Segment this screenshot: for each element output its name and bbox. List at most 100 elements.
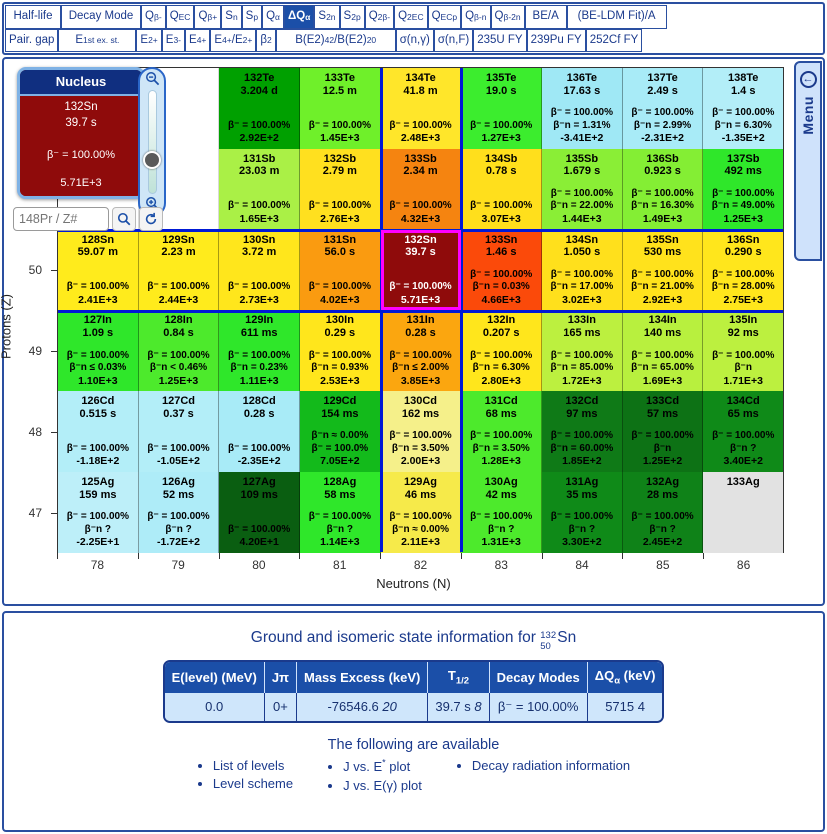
- nuclide-cell-133Cd[interactable]: 133Cd 57 ms β⁻ = 100.00% β⁻n 1.25E+2: [622, 391, 704, 472]
- nuclide-cell-133Te[interactable]: 133Te 12.5 m β⁻ = 100.00% 1.45E+3: [300, 68, 381, 149]
- nuclide-cell-132Ag[interactable]: 132Ag 28 ms β⁻ = 100.00% β⁻n ? 2.45E+2: [622, 471, 704, 553]
- nuclide-cell-128Ag[interactable]: 128Ag 58 ms β⁻ = 100.00% β⁻n ? 1.14E+3: [300, 471, 381, 553]
- zoom-slider-thumb[interactable]: [143, 151, 161, 170]
- quantity-value-label: 3.85E+3: [400, 374, 441, 387]
- quantity-button-q[interactable]: Qα: [262, 5, 284, 29]
- quantity-button-252cffy[interactable]: 252Cf FY: [585, 28, 643, 52]
- nuclide-cell-132Te[interactable]: 132Te 3.204 d β⁻ = 100.00% 2.92E+2: [219, 68, 301, 149]
- nuclide-cell-137Te[interactable]: 137Te 2.49 s β⁻ = 100.00% β⁻n = 2.99% -2.31E…: [622, 68, 704, 149]
- magnifier-minus-icon[interactable]: [145, 71, 160, 88]
- nuclide-cell-133Ag[interactable]: 133Ag: [703, 471, 784, 553]
- zoom-slider-track[interactable]: [143, 90, 161, 194]
- quantity-button-pairgap[interactable]: Pair. gap: [5, 28, 59, 52]
- nuclide-grid[interactable]: 132Te 3.204 d β⁻ = 100.00% 2.92E+2 133Te 12.5…: [57, 67, 784, 553]
- quantity-button-be242be220[interactable]: B(E2) 42/B(E2) 20: [275, 28, 396, 52]
- nuclide-cell-126Ag[interactable]: 126Ag 52 ms β⁻ = 100.00% β⁻n ? -1.72E+2: [138, 471, 220, 553]
- nuclide-cell-138Te[interactable]: 138Te 1.4 s β⁻ = 100.00% β⁻n = 6.30% -1.35E+…: [703, 68, 784, 149]
- nuclide-cell-129Ag[interactable]: 129Ag 46 ms β⁻ = 100.00% β⁻n ≈ 0.00% 2.11E+3: [380, 471, 462, 553]
- quantity-button-e4e2[interactable]: E 4+/E 2+: [210, 28, 257, 52]
- quantity-button-e1stexst[interactable]: E 1st ex. st.: [58, 28, 137, 52]
- nuclide-cell-134In[interactable]: 134In 140 ms β⁻ = 100.00% β⁻n = 65.00% 1.69E…: [622, 310, 704, 392]
- nuclide-cell-136Te[interactable]: 136Te 17.63 s β⁻ = 100.00% β⁻n = 1.31% -3.41…: [542, 68, 623, 149]
- quantity-button-sp[interactable]: Sp: [241, 5, 263, 29]
- available-link[interactable]: J vs. E* plot: [343, 758, 410, 774]
- quantity-button-q[interactable]: ΔQ α: [283, 5, 315, 29]
- nuclide-cell-136Sb[interactable]: 136Sb 0.923 s β⁻ = 100.00% β⁻n = 16.30% 1.49…: [622, 148, 704, 230]
- quantity-button-235ufy[interactable]: 235U FY: [473, 28, 527, 52]
- nuclide-cell-130In[interactable]: 130In 0.29 s β⁻ = 100.00% β⁻n = 0.93% 2.53E+…: [300, 310, 381, 392]
- available-link[interactable]: Decay radiation information: [472, 758, 630, 773]
- search-icon[interactable]: [112, 207, 136, 231]
- nuclide-cell-133Sn[interactable]: 133Sn 1.46 s β⁻ = 100.00% β⁻n = 0.03% 4.66E+…: [461, 229, 543, 311]
- nuclide-cell-132Cd[interactable]: 132Cd 97 ms β⁻ = 100.00% β⁻n = 60.00% 1.85E+…: [542, 391, 623, 472]
- quantity-button-s2n[interactable]: S 2n: [314, 5, 340, 29]
- quantity-button-s2p[interactable]: S 2p: [339, 5, 365, 29]
- nuclide-cell-128Cd[interactable]: 128Cd 0.28 s β⁻ = 100.00% -2.35E+2: [219, 391, 301, 472]
- nuclide-cell-130Sn[interactable]: 130Sn 3.72 m β⁻ = 100.00% 2.73E+3: [219, 229, 301, 311]
- quantity-button-2[interactable]: β2: [256, 28, 276, 52]
- nuclide-cell-127Cd[interactable]: 127Cd 0.37 s β⁻ = 100.00% -1.05E+2: [138, 391, 220, 472]
- quantity-button-q2ec[interactable]: Q 2EC: [394, 5, 428, 29]
- halflife-label: 97 ms: [566, 407, 598, 420]
- nuclide-cell-129Cd[interactable]: 129Cd 154 ms β⁻n ≈ 0.00% β⁻ = 100.0% 7.05E+2: [300, 391, 381, 472]
- nuclide-cell-136Sn[interactable]: 136Sn 0.290 s β⁻ = 100.00% β⁻n = 28.00% 2.75…: [703, 229, 784, 311]
- reset-icon[interactable]: [139, 207, 163, 231]
- nuclide-cell-133Sb[interactable]: 133Sb 2.34 m β⁻ = 100.00% 4.32E+3: [380, 148, 462, 230]
- nuclide-cell-133In[interactable]: 133In 165 ms β⁻ = 100.00% β⁻n = 85.00% 1.72E…: [542, 310, 623, 392]
- available-link[interactable]: Level scheme: [213, 776, 293, 791]
- nuclide-cell-130Ag[interactable]: 130Ag 42 ms β⁻ = 100.00% β⁻n ? 1.31E+3: [461, 471, 543, 553]
- quantity-button-e4[interactable]: E 4+: [185, 28, 211, 52]
- quantity-button-qecp[interactable]: Q ECp: [427, 5, 462, 29]
- nuclide-cell-126Cd[interactable]: 126Cd 0.515 s β⁻ = 100.00% -1.18E+2: [58, 391, 139, 472]
- quantity-button-q2n[interactable]: Qβ-2n: [490, 5, 525, 29]
- nuclide-cell-135Te[interactable]: 135Te 19.0 s β⁻ = 100.00% 1.27E+3: [461, 68, 543, 149]
- x-tick-label: 85: [656, 558, 670, 572]
- nuclide-cell-135In[interactable]: 135In 92 ms β⁻ = 100.00% β⁻n 1.71E+3: [703, 310, 784, 392]
- available-link[interactable]: J vs. E(γ) plot: [343, 778, 422, 793]
- nuclide-cell-128In[interactable]: 128In 0.84 s β⁻ = 100.00% β⁻n < 0.46% 1.25E+…: [138, 310, 220, 392]
- quantity-button-q[interactable]: Qβ+: [194, 5, 222, 29]
- nuclide-cell-127Ag[interactable]: 127Ag 109 ms β⁻ = 100.00% 4.20E+1: [219, 471, 301, 553]
- nuclide-cell-125Ag[interactable]: 125Ag 159 ms β⁻ = 100.00% β⁻n ? -2.25E+1: [58, 471, 139, 553]
- nuclide-cell-134Sb[interactable]: 134Sb 0.78 s β⁻ = 100.00% 3.07E+3: [461, 148, 543, 230]
- quantity-button-qec[interactable]: Q EC: [165, 5, 195, 29]
- quantity-button-bea[interactable]: BE/A: [524, 5, 567, 29]
- nuclide-cell-134Te[interactable]: 134Te 41.8 m β⁻ = 100.00% 2.48E+3: [380, 68, 462, 149]
- quantity-button-n[interactable]: σ(n,γ): [395, 28, 434, 52]
- nuclide-cell-129Sn[interactable]: 129Sn 2.23 m β⁻ = 100.00% 2.44E+3: [138, 229, 220, 311]
- zoom-slider-control[interactable]: [138, 67, 166, 217]
- nuclide-cell-135Sn[interactable]: 135Sn 530 ms β⁻ = 100.00% β⁻n = 21.00% 2.92E…: [622, 229, 704, 311]
- menu-tab[interactable]: ← Menu: [794, 61, 822, 261]
- quantity-button-qn[interactable]: Qβ-n: [461, 5, 491, 29]
- quantity-button-nf[interactable]: σ(n,F): [433, 28, 474, 52]
- nuclide-cell-130Cd[interactable]: 130Cd 162 ms β⁻ = 100.00% β⁻n = 3.50% 2.00E+…: [380, 391, 462, 472]
- quantity-button-q[interactable]: Qβ-: [141, 5, 166, 29]
- quantity-button-q2[interactable]: Q 2β-: [364, 5, 395, 29]
- quantity-button-e3[interactable]: E 3-: [161, 28, 186, 52]
- nuclide-cell-131Ag[interactable]: 131Ag 35 ms β⁻ = 100.00% β⁻n ? 3.30E+2: [542, 471, 623, 553]
- quantity-button-decaymode[interactable]: Decay Mode: [61, 5, 141, 29]
- nuclide-cell-129In[interactable]: 129In 611 ms β⁻ = 100.00% β⁻n = 0.23% 1.11E+…: [219, 310, 301, 392]
- decay-modes-label: β⁻ = 100.00% β⁻n = 1.31%: [550, 107, 613, 131]
- nuclide-cell-132Sn[interactable]: 132Sn 39.7 s β⁻ = 100.00% 5.71E+3: [380, 229, 462, 311]
- available-link[interactable]: List of levels: [213, 758, 285, 773]
- quantity-button-239pufy[interactable]: 239Pu FY: [526, 28, 586, 52]
- nuclide-cell-128Sn[interactable]: 128Sn 59.07 m β⁻ = 100.00% 2.41E+3: [58, 229, 139, 311]
- nuclide-cell-131Cd[interactable]: 131Cd 68 ms β⁻ = 100.00% β⁻n = 3.50% 1.28E+3: [461, 391, 543, 472]
- nuclide-cell-131Sb[interactable]: 131Sb 23.03 m β⁻ = 100.00% 1.65E+3: [219, 148, 301, 230]
- nuclide-cell-137Sb[interactable]: 137Sb 492 ms β⁻ = 100.00% β⁻n = 49.00% 1.25E…: [703, 148, 784, 230]
- search-input[interactable]: [13, 207, 109, 231]
- nuclide-label: 135Te: [486, 72, 517, 84]
- nuclide-cell-131In[interactable]: 131In 0.28 s β⁻ = 100.00% β⁻n ≤ 2.00% 3.85E+…: [380, 310, 462, 392]
- nuclide-cell-132In[interactable]: 132In 0.207 s β⁻ = 100.00% β⁻n = 6.30% 2.80E…: [461, 310, 543, 392]
- nuclide-cell-134Sn[interactable]: 134Sn 1.050 s β⁻ = 100.00% β⁻n = 17.00% 3.02…: [542, 229, 623, 311]
- quantity-button-e2[interactable]: E 2+: [136, 28, 162, 52]
- nuclide-cell-131Sn[interactable]: 131Sn 56.0 s β⁻ = 100.00% 4.02E+3: [300, 229, 381, 311]
- nuclide-cell-127In[interactable]: 127In 1.09 s β⁻ = 100.00% β⁻n ≤ 0.03% 1.10E+…: [58, 310, 139, 392]
- quantity-button-sn[interactable]: Sn: [221, 5, 242, 29]
- quantity-button-halflife[interactable]: Half-life: [5, 5, 61, 29]
- nuclide-cell-134Cd[interactable]: 134Cd 65 ms β⁻ = 100.00% β⁻n ? 3.40E+2: [703, 391, 784, 472]
- quantity-button-beldmfita[interactable]: (BE-LDM Fit)/A: [566, 5, 667, 29]
- nuclide-cell-135Sb[interactable]: 135Sb 1.679 s β⁻ = 100.00% β⁻n = 22.00% 1.44…: [542, 148, 623, 230]
- nuclide-cell-132Sb[interactable]: 132Sb 2.79 m β⁻ = 100.00% 2.76E+3: [300, 148, 381, 230]
